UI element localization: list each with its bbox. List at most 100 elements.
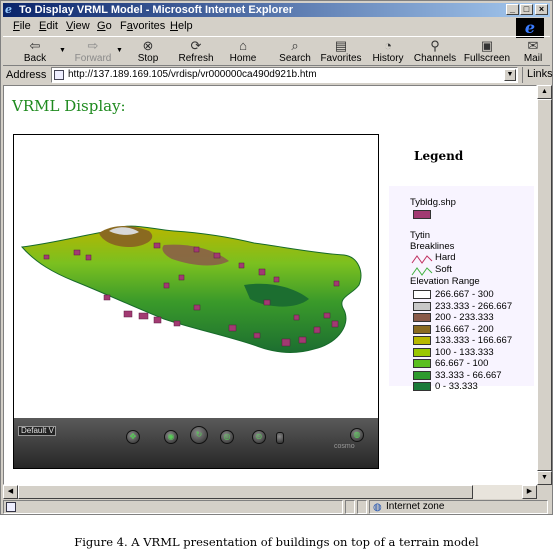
ie-throbber-icon: e [516,18,544,38]
breakline-symbols [411,255,433,276]
home-button[interactable]: ⌂ Home [225,38,261,66]
title-bar[interactable]: e To Display VRML Model - Microsoft Inte… [3,3,550,17]
scrollbar-corner [537,485,552,499]
favorites-button[interactable]: ▤ Favorites [319,38,363,66]
menu-edit[interactable]: Edit [39,19,58,33]
fullscreen-icon: ▣ [480,38,494,53]
legend-range-swatch [413,313,431,322]
page-heading: VRML Display: [12,97,126,115]
nav-tilt-icon[interactable]: ◎ [220,430,234,444]
refresh-button[interactable]: ⟳ Refresh [175,38,217,66]
legend-range-swatch [413,382,431,391]
history-icon: ◔ [384,38,392,53]
forward-arrow-icon: ⇨ [87,38,99,53]
figure-caption: Figure 4. A VRML presentation of buildin… [74,535,479,549]
scroll-left-icon[interactable]: ◀ [3,485,18,499]
vrml-navigation-panel: Default V ✥ ◉ ↻ ◎ ⊙ ◍ cosmo [14,418,378,468]
status-bar: ◍ Internet zone [3,500,550,514]
legend-elevation-title: Elevation Range [410,276,480,287]
scroll-down-icon[interactable]: ▼ [537,471,552,485]
channels-icon: ⚲ [430,38,440,53]
forward-dropdown-icon[interactable]: ▼ [116,47,123,54]
legend-range-swatch [413,336,431,345]
menu-go[interactable]: Go [97,19,112,33]
legend-soft: Soft [435,264,452,275]
legend-range-label: 166.667 - 200 [435,323,494,335]
legend-hard: Hard [435,252,456,263]
ie-logo-icon: e [5,3,12,16]
status-zone: ◍ Internet zone [369,500,548,514]
legend-range-label: 133.333 - 166.667 [435,335,513,346]
nav-rotate-icon[interactable]: ↻ [190,426,208,444]
legend-layer-tin: Tytin [410,230,431,241]
maximize-button[interactable]: □ [520,4,533,15]
nav-pan-icon[interactable]: ✥ [126,430,140,444]
channels-button[interactable]: ⚲ Channels [413,38,457,66]
links-button[interactable]: Links [522,67,553,83]
vertical-scroll-thumb[interactable] [537,99,552,471]
search-button[interactable]: ⌕ Search [275,38,315,66]
minimize-button[interactable]: _ [506,4,519,15]
globe-icon: ◍ [373,502,382,513]
home-icon: ⌂ [239,38,247,53]
address-input[interactable]: http://137.189.169.105/vrdisp/vr000000ca… [51,67,518,83]
legend-range-swatch [413,347,431,357]
forward-button[interactable]: ⇨ Forward [71,38,115,66]
viewpoint-select[interactable]: Default V [18,426,56,436]
page-icon [54,70,64,80]
browser-window: e To Display VRML Model - Microsoft Inte… [0,0,553,515]
nav-slider-icon[interactable] [276,432,284,444]
search-icon: ⌕ [291,38,299,53]
legend-range-swatch [413,370,431,380]
address-bar: Address http://137.189.169.105/vrdisp/vr… [3,67,553,83]
scroll-up-icon[interactable]: ▲ [537,85,552,99]
terrain-model [21,225,362,353]
toolbar: ⇦ Back ▼ ⇨ Forward ▼ ⊗ Stop ⟳ Refresh ⌂ Home … [3,36,550,66]
legend-range-swatch [413,290,431,299]
mail-button[interactable]: ✉ Mail [518,38,548,66]
menu-view[interactable]: View [66,19,90,33]
favorites-folder-icon: ▤ [334,38,348,53]
cosmo-brand: cosmo [334,443,355,450]
legend-layer-buildings: Tybldg.shp [410,197,456,208]
stop-button[interactable]: ⊗ Stop [131,38,165,66]
nav-cosmo-logo-icon: ◍ [350,428,364,442]
legend-swatch-buildings [413,210,431,219]
horizontal-scroll-thumb[interactable] [18,485,473,499]
history-button[interactable]: ◔ History [369,38,407,66]
nav-zoom-icon[interactable]: ◉ [164,430,178,444]
back-button[interactable]: ⇦ Back [17,38,53,66]
legend-range-label: 0 - 33.333 [435,381,478,392]
legend-breaklines: Breaklines [410,241,455,252]
nav-seek-icon[interactable]: ⊙ [252,430,266,444]
status-main [3,500,343,514]
stop-icon: ⊗ [142,38,154,53]
menu-favorites[interactable]: Favorites [120,19,165,33]
refresh-icon: ⟳ [190,38,202,53]
vertical-scrollbar[interactable]: ▲ ▼ [537,85,552,485]
page-content: VRML Display: Default V ✥ ◉ ↻ ◎ ⊙ ◍ cosm… [3,85,537,485]
legend-range-label: 33.333 - 66.667 [435,369,502,381]
menu-file[interactable]: File [13,19,31,33]
legend-range-swatch [413,301,431,311]
back-arrow-icon: ⇦ [29,38,41,53]
horizontal-scrollbar[interactable]: ◀ ▶ [3,485,537,499]
address-url: http://137.189.169.105/vrdisp/vr000000ca… [68,69,317,80]
legend-range-swatch [413,359,431,368]
legend-range-label: 66.667 - 100 [435,358,489,369]
status-cell-2 [357,500,367,514]
address-dropdown-icon[interactable]: ▼ [504,69,516,81]
back-dropdown-icon[interactable]: ▼ [59,47,66,54]
legend-range-label: 200 - 233.333 [435,312,494,323]
fullscreen-button[interactable]: ▣ Fullscreen [463,38,511,66]
page-status-icon [6,502,16,512]
address-label: Address [6,69,47,81]
menu-help[interactable]: Help [170,19,193,33]
scroll-right-icon[interactable]: ▶ [522,485,537,499]
close-button[interactable]: × [535,4,548,15]
status-cell-1 [345,500,355,514]
vrml-viewer[interactable]: Default V ✥ ◉ ↻ ◎ ⊙ ◍ cosmo [13,134,379,469]
window-title: To Display VRML Model - Microsoft Intern… [19,4,294,16]
legend-range-swatch [413,324,431,334]
terrain-surface [21,225,362,353]
